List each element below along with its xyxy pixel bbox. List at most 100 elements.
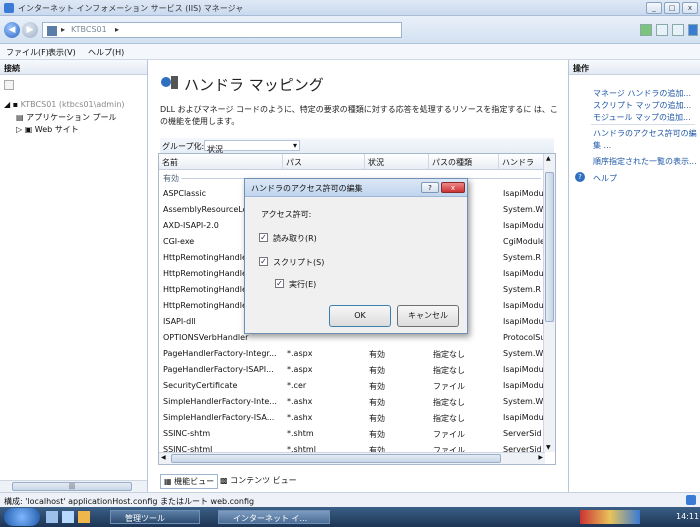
scroll-up-icon[interactable]: ▲ [546, 155, 551, 162]
read-checkbox-label[interactable]: 読み取り(R) [273, 233, 317, 244]
table-row[interactable]: SSINC-shtm *.shtm 有効 ファイル ServerSid [159, 426, 543, 442]
connect-icon[interactable] [4, 80, 14, 90]
table-cell: IsapiModu [503, 365, 543, 374]
close-window-button[interactable]: x [682, 2, 698, 14]
quicklaunch-folder-icon[interactable] [78, 511, 90, 523]
table-cell: ファイル [433, 382, 465, 391]
table-cell: ProtocolSu [503, 333, 543, 342]
start-button[interactable] [4, 508, 40, 526]
home-icon[interactable] [672, 24, 684, 36]
scroll-right-icon[interactable]: ▶ [538, 454, 543, 461]
grid-vscroll-thumb[interactable] [545, 172, 554, 322]
table-cell: *.ashx [287, 397, 313, 406]
address-segment-server[interactable]: KTBCS01 [71, 25, 107, 34]
table-cell: *.aspx [287, 365, 313, 374]
back-button[interactable]: ◀ [4, 22, 20, 38]
help-icon[interactable] [688, 24, 698, 36]
minimize-button[interactable]: _ [646, 2, 662, 14]
table-cell: System.W [503, 205, 543, 214]
group-by-select[interactable]: 状況 ▾ [204, 140, 300, 154]
col-header-path-type[interactable]: パスの種類 [429, 154, 499, 170]
action-add-script-map[interactable]: スクリプト マップの追加... [593, 100, 691, 111]
action-edit-handler-permissions[interactable]: ハンドラのアクセス許可の編 [593, 128, 697, 139]
table-cell: SSINC-shtm [163, 429, 211, 438]
read-checkbox[interactable]: ✓ [259, 233, 268, 242]
tree-websites[interactable]: ▷ ▣ Web サイト [16, 124, 79, 135]
forward-button[interactable]: ▶ [22, 22, 38, 38]
action-edit-handler-permissions-cont[interactable]: 集 ... [593, 140, 611, 151]
table-row[interactable]: SimpleHandlerFactory-ISA... *.ashx 有効 指定なし I… [159, 410, 543, 426]
table-row[interactable]: PageHandlerFactory-ISAPI... *.aspx 有効 指定なし I… [159, 362, 543, 378]
scroll-down-icon[interactable]: ▼ [546, 444, 551, 451]
table-row[interactable]: SimpleHandlerFactory-Inte... *.ashx 有効 指定なし… [159, 394, 543, 410]
table-row[interactable]: SecurityCertificate *.cer 有効 ファイル IsapiModu [159, 378, 543, 394]
maximize-button[interactable]: □ [664, 2, 680, 14]
col-header-state[interactable]: 状況 [365, 154, 429, 170]
quicklaunch-desktop-icon[interactable] [46, 511, 58, 523]
taskbar-iis-manager[interactable]: インターネット イ... [218, 510, 330, 524]
tree-app-pools[interactable]: ▤ アプリケーション プール [16, 112, 117, 123]
server-icon [47, 26, 57, 36]
connections-header: 接続 [0, 60, 147, 75]
action-view-ordered-list[interactable]: 順序指定された一覧の表示... [593, 156, 697, 167]
table-cell: IsapiModu [503, 221, 543, 230]
left-hscroll[interactable]: ||| [0, 480, 147, 492]
table-cell: ファイル [433, 430, 465, 439]
table-cell: SimpleHandlerFactory-Inte... [163, 397, 277, 406]
table-cell: 有効 [369, 350, 385, 359]
actions-header: 操作 [569, 60, 700, 75]
menu-view[interactable]: 表示(V) [48, 47, 76, 58]
table-cell: OPTIONSVerbHandler [163, 333, 249, 342]
tray-icons[interactable] [580, 510, 640, 524]
scroll-left-icon[interactable]: ◀ [161, 454, 166, 461]
execute-checkbox-label[interactable]: 実行(E) [289, 279, 316, 290]
action-help[interactable]: ヘルプ [593, 173, 617, 184]
action-add-module-map[interactable]: モジュール マップの追加... [593, 112, 691, 123]
table-row[interactable]: PageHandlerFactory-Integr... *.aspx 有効 指定なし… [159, 346, 543, 362]
grid-hscroll-thumb[interactable] [171, 454, 501, 463]
help-circle-icon: ? [575, 172, 585, 182]
cancel-button[interactable]: キャンセル [397, 305, 459, 327]
quicklaunch-explorer-icon[interactable] [62, 511, 74, 523]
dialog-close-button[interactable]: x [441, 182, 465, 193]
window-title: インターネット インフォメーション サービス (IIS) マネージャ [18, 4, 244, 13]
script-checkbox-label[interactable]: スクリプト(S) [273, 257, 324, 268]
tree-server[interactable]: ◢ ▪ KTBCS01 (ktbcs01\admin) [4, 100, 125, 109]
tab-content-view[interactable]: ▩ コンテンツ ビュー [220, 475, 297, 486]
table-cell: CgiModule [503, 237, 543, 246]
action-add-managed-handler[interactable]: マネージ ハンドラの追加... [593, 88, 691, 99]
left-hscroll-thumb[interactable]: ||| [12, 482, 132, 491]
grid-vscroll[interactable]: ▲ ▼ [543, 154, 555, 452]
table-cell: *.aspx [287, 349, 313, 358]
table-cell: 指定なし [433, 366, 465, 375]
chevron-down-icon: ▾ [292, 141, 297, 150]
tab-features-view[interactable]: ▦ 機能ビュー [160, 474, 219, 489]
table-cell: 指定なし [433, 398, 465, 407]
status-text: 構成: 'localhost' applicationHost.config ま… [4, 497, 255, 506]
table-cell: 有効 [369, 398, 385, 407]
col-header-name[interactable]: 名前 [159, 154, 283, 170]
table-cell: *.shtm [287, 429, 314, 438]
taskbar-admin-tools[interactable]: 管理ツール [110, 510, 200, 524]
table-cell: IsapiModu [503, 269, 543, 278]
refresh-icon[interactable] [640, 24, 652, 36]
menu-file[interactable]: ファイル(F) [6, 47, 49, 58]
websites-icon: ▷ ▣ [16, 125, 35, 134]
ok-button[interactable]: OK [329, 305, 391, 327]
script-checkbox[interactable]: ✓ [259, 257, 268, 266]
table-cell: IsapiModu [503, 189, 543, 198]
table-cell: ServerSid [503, 429, 542, 438]
menu-help[interactable]: ヘルプ(H) [88, 47, 124, 58]
dialog-help-button[interactable]: ? [421, 182, 439, 193]
window-titlebar: インターネット インフォメーション サービス (IIS) マネージャ _ □ x [0, 0, 700, 16]
features-view-icon: ▦ [164, 477, 175, 486]
group-by-label: グループ化: [162, 142, 205, 151]
table-cell: IsapiModu [503, 317, 543, 326]
grid-hscroll[interactable]: ◀ ▶ [159, 452, 545, 464]
dialog-titlebar: ハンドラのアクセス許可の編集 ? x [245, 179, 467, 197]
col-header-handler[interactable]: ハンドラ [499, 154, 545, 170]
address-path[interactable]: ▸ KTBCS01 ▸ [42, 22, 402, 38]
stop-icon[interactable] [656, 24, 668, 36]
execute-checkbox[interactable]: ✓ [275, 279, 284, 288]
col-header-path[interactable]: パス [283, 154, 365, 170]
